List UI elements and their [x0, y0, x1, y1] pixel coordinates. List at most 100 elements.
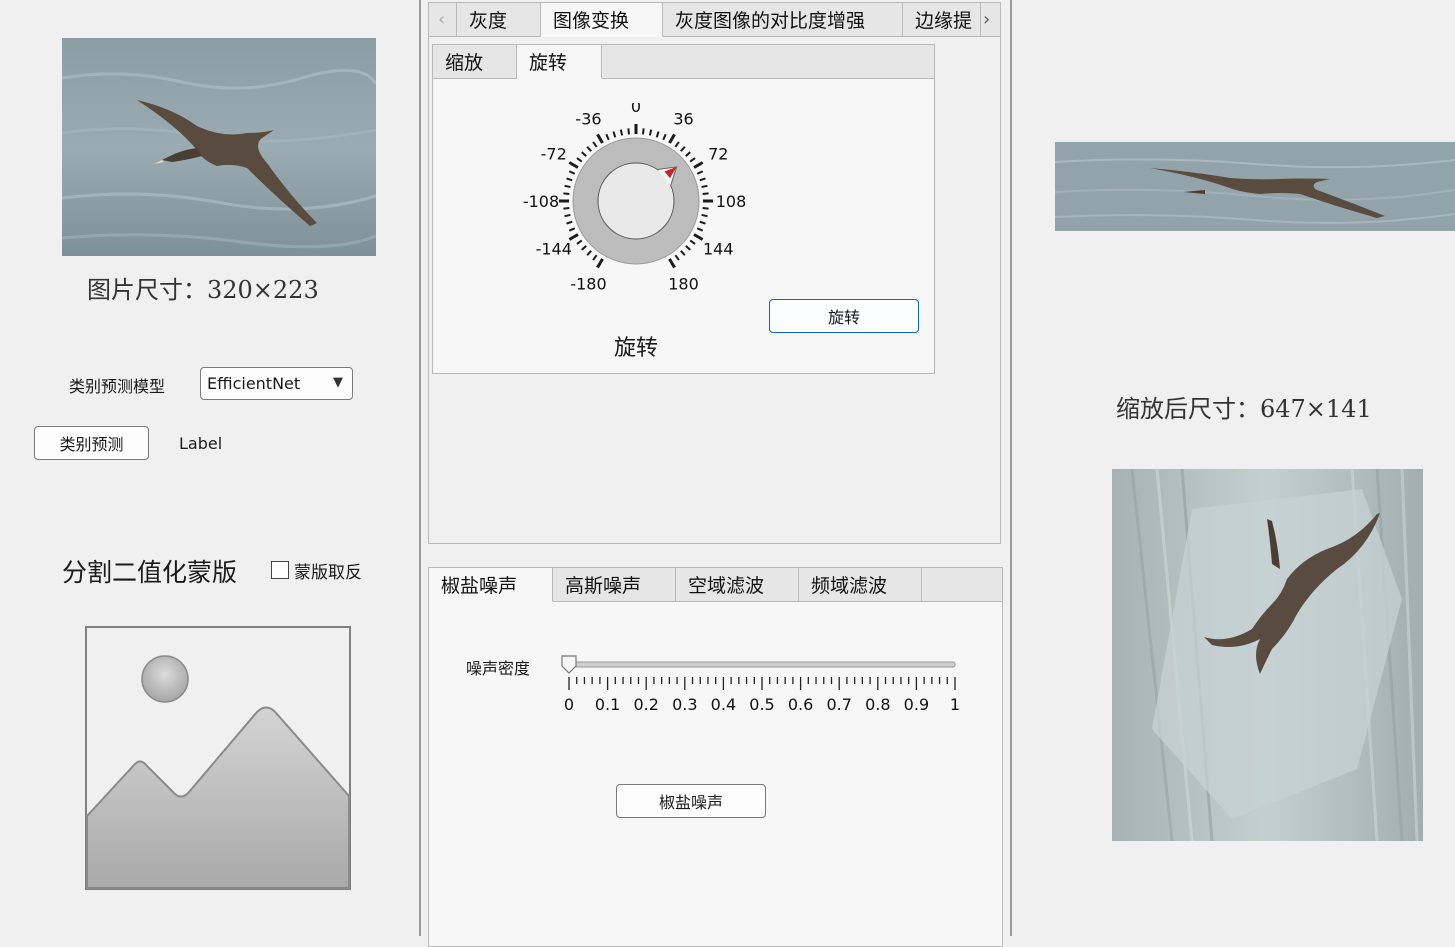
knob-tick	[674, 141, 680, 148]
knob-tick	[605, 133, 610, 141]
tab-scale[interactable]: 缩放	[433, 45, 517, 78]
knob-tick-label: -180	[570, 274, 606, 293]
slider-tick-label: 0.6	[788, 695, 813, 714]
slider-tick-label: 0.7	[826, 695, 851, 714]
rotated-image	[1112, 469, 1423, 841]
knob-tick	[581, 245, 587, 251]
tab-edge-extract[interactable]: 边缘提	[903, 3, 981, 36]
top-tab-bar: ‹ 灰度 图像变换 灰度图像的对比度增强 边缘提 ›	[429, 3, 1000, 37]
knob-tick	[696, 170, 704, 175]
knob-tick	[642, 128, 645, 135]
knob-tick	[699, 177, 706, 182]
knob-tick	[693, 233, 704, 241]
top-tab-panel: ‹ 灰度 图像变换 灰度图像的对比度增强 边缘提 › 缩放 旋转 0 36 72 10…	[428, 2, 1001, 544]
knob-tick-label: 72	[708, 145, 728, 164]
knob-tick	[693, 161, 704, 169]
slider-tick-label: 0.8	[865, 695, 890, 714]
knob-tick	[662, 133, 667, 141]
knob-tick-label: 36	[673, 110, 693, 129]
knob-tick	[685, 245, 691, 251]
slider-tick-label: 0.1	[595, 695, 620, 714]
tab-frequency-filter[interactable]: 频域滤波	[799, 568, 922, 601]
rotate-button[interactable]: 旋转	[769, 299, 919, 333]
tab-spatial-filter[interactable]: 空域滤波	[676, 568, 799, 601]
model-label: 类别预测模型	[69, 377, 166, 396]
tab-salt-pepper[interactable]: 椒盐噪声	[429, 568, 553, 602]
scaled-image	[1055, 142, 1455, 231]
noise-tab-bar: 椒盐噪声 高斯噪声 空域滤波 频域滤波	[429, 568, 1002, 602]
knob-tick	[564, 184, 571, 189]
knob-tick	[701, 213, 708, 218]
knob-tick	[702, 207, 709, 210]
knob-tick	[680, 250, 686, 256]
rotation-knob[interactable]: 0 36 72 108 144180 -180 -144 -108 -72 -36	[501, 103, 771, 323]
noise-tab-panel: 椒盐噪声 高斯噪声 空域滤波 频域滤波 噪声密度 0 0.1 0.2 0.3 0.4 0.…	[428, 567, 1003, 947]
image-placeholder-icon	[85, 626, 351, 890]
tab-scroll-right[interactable]: ›	[981, 3, 1000, 36]
model-select[interactable]: EfficientNet ▼	[200, 367, 353, 400]
knob-tick	[699, 220, 706, 225]
knob-tick	[563, 192, 570, 195]
knob-tick	[563, 207, 570, 210]
knob-tick	[674, 254, 680, 261]
knob-tick	[566, 177, 573, 182]
knob-tick	[668, 258, 676, 269]
tab-gaussian[interactable]: 高斯噪声	[553, 568, 676, 601]
transform-tab-bar: 缩放 旋转	[433, 45, 934, 79]
predict-button[interactable]: 类别预测	[34, 426, 149, 460]
knob-tick	[648, 129, 653, 136]
knob-tick	[685, 151, 691, 157]
slider-tick-label: 0.3	[672, 695, 697, 714]
knob-tick	[576, 157, 583, 163]
model-select-value: EfficientNet	[207, 374, 301, 393]
right-divider	[1010, 0, 1012, 936]
knob-tick	[568, 161, 579, 169]
slider-thumb[interactable]	[561, 655, 577, 674]
original-image	[62, 38, 376, 256]
knob-tick	[696, 227, 704, 232]
knob-tick-label: 144	[703, 240, 734, 259]
slider-track[interactable]	[568, 661, 956, 668]
knob-tick	[566, 220, 573, 225]
knob-tick	[586, 146, 592, 152]
knob-tick	[576, 239, 583, 245]
knob-tick	[668, 133, 676, 144]
knob-tick	[689, 157, 696, 163]
knob-tick	[596, 133, 604, 144]
tab-contrast-enhance[interactable]: 灰度图像的对比度增强	[663, 3, 903, 36]
knob-tick	[568, 227, 576, 232]
tab-scroll-left[interactable]: ‹	[429, 3, 457, 36]
rotation-knob-label: 旋转	[614, 336, 659, 361]
salt-pepper-button[interactable]: 椒盐噪声	[616, 784, 766, 818]
image-size-label: 图片尺寸：320×223	[87, 276, 319, 304]
knob-tick-label: -108	[523, 192, 559, 211]
knob-tick-label: 180	[668, 274, 699, 293]
tab-rotate[interactable]: 旋转	[517, 45, 602, 79]
mask-invert-checkbox[interactable]	[271, 561, 289, 579]
tab-gray[interactable]: 灰度	[457, 3, 541, 36]
knob-tick	[619, 129, 624, 136]
transform-tab-panel: 缩放 旋转 0 36 72 108 144 180 -180 -144 -108 -72 -36 旋…	[432, 44, 935, 374]
knob-tick	[581, 151, 587, 157]
slider-tick-label: 1	[950, 695, 960, 714]
mask-invert-label: 蒙版取反	[294, 563, 362, 583]
knob-tick	[592, 141, 598, 148]
knob-tick	[592, 254, 598, 261]
slider-tick-label: 0.2	[633, 695, 658, 714]
knob-tick	[655, 131, 660, 138]
tab-image-transform[interactable]: 图像变换	[541, 3, 663, 37]
knob-tick-label: 0	[631, 103, 641, 116]
slider-tick-label: 0.4	[711, 695, 736, 714]
noise-density-slider[interactable]: 0 0.1 0.2 0.3 0.4 0.5 0.6 0.7 0.8 0.9 1	[549, 648, 969, 718]
noise-density-label: 噪声密度	[466, 659, 531, 678]
chevron-down-icon: ▼	[333, 375, 343, 390]
predict-result-label: Label	[179, 434, 223, 453]
knob-tick-label: -72	[541, 145, 567, 164]
slider-tick-label: 0.9	[904, 695, 929, 714]
knob-tick-label: -36	[575, 110, 601, 129]
left-divider	[419, 0, 421, 936]
knob-tick	[702, 192, 709, 195]
mask-title: 分割二值化蒙版	[62, 558, 238, 587]
mask-image-placeholder	[85, 626, 351, 890]
knob-tick	[701, 184, 708, 189]
